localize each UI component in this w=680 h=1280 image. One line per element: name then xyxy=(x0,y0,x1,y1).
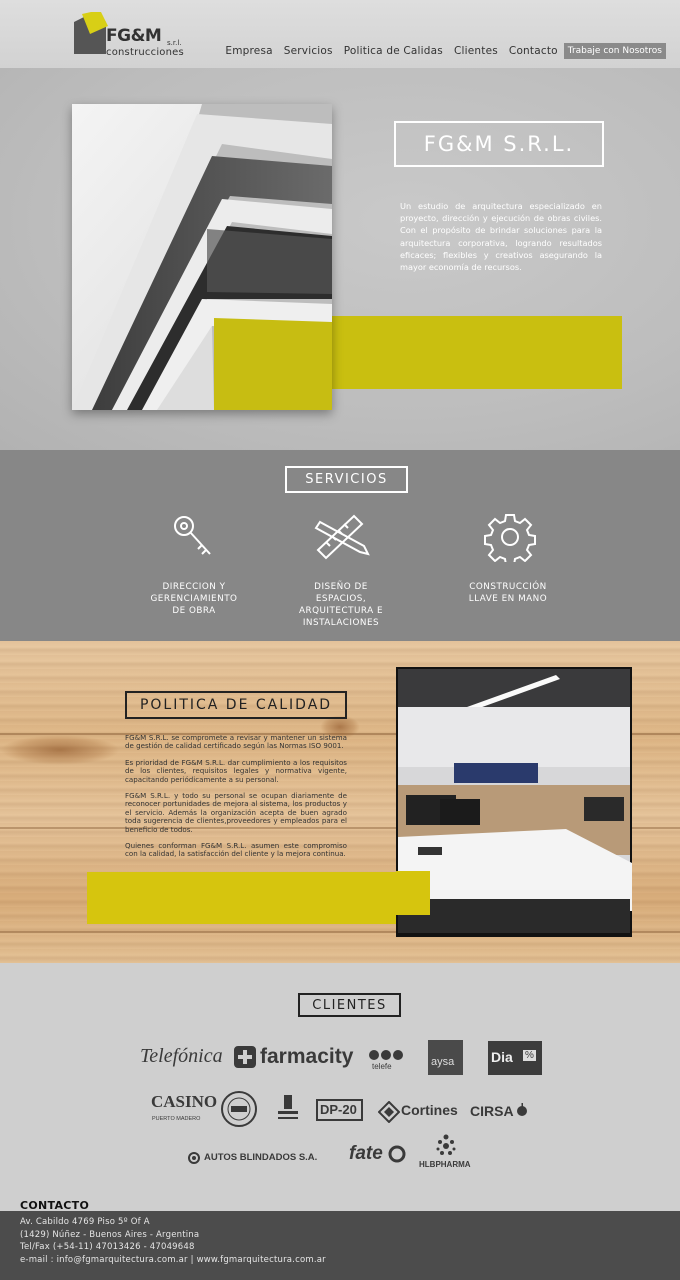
contact-email-web[interactable]: e-mail : info@fgmarquitectura.com.ar | w… xyxy=(20,1254,326,1267)
servicio-label-line: ESPACIOS, xyxy=(315,594,367,604)
dp20-logo-box: DP-20 xyxy=(316,1099,363,1121)
clientes-title: CLIENTES xyxy=(298,993,401,1017)
contact-address: Av. Cabildo 4769 Piso 5º Of A xyxy=(20,1217,150,1227)
hero-building-photo xyxy=(72,104,332,410)
hlb-pharma-logo: HLBPHARMA xyxy=(419,1160,471,1169)
logo-mark-icon xyxy=(74,12,108,54)
servicio-diseno-label: DISEÑO DE ESPACIOS, ARQUITECTURA E INSTA… xyxy=(281,581,401,629)
telefonica-logo: Telefónica xyxy=(140,1045,223,1067)
servicio-label-line: ARQUITECTURA E xyxy=(298,606,384,616)
dia-logo: Dia xyxy=(491,1049,513,1065)
site-header: FG&M s.r.l. construcciones Empresa Servi… xyxy=(0,0,680,68)
servicio-label-line: LLAVE EN MANO xyxy=(468,594,548,604)
farmacity-cross-icon xyxy=(234,1046,256,1068)
servicios-title: SERVICIOS xyxy=(285,466,408,493)
politica-accent-bar xyxy=(87,872,430,924)
servicio-label-line: GERENCIAMIENTO xyxy=(150,594,238,604)
logo-suffix: s.r.l. xyxy=(167,39,182,47)
logo-name: FG&M xyxy=(106,26,162,46)
cirsa-apple-icon xyxy=(517,1103,527,1116)
dia-percent-mark: % xyxy=(523,1050,536,1061)
trabaje-con-nosotros-button[interactable]: Trabaje con Nosotros xyxy=(563,43,666,59)
dp20-logo: DP-20 xyxy=(320,1102,357,1117)
telefe-logo: telefe xyxy=(372,1062,392,1071)
farmacity-logo: farmacity xyxy=(260,1045,354,1068)
nav-clientes[interactable]: Clientes xyxy=(454,45,498,57)
servicio-label-line: CONSTRUCCIÓN xyxy=(469,582,547,592)
autos-blindados-logo: AUTOS BLINDADOS S.A. xyxy=(204,1152,318,1163)
politica-paragraph: Es prioridad de FG&M S.R.L. dar cumplimi… xyxy=(125,757,347,784)
servicio-direccion-label: DIRECCION Y GERENCIAMIENTO DE OBRA xyxy=(134,581,254,617)
club-emblem-icon xyxy=(221,1091,257,1127)
servicio-label-line: DISEÑO DE xyxy=(314,582,368,592)
servicio-label-line: INSTALACIONES xyxy=(302,618,380,628)
company-logo[interactable]: FG&M s.r.l. construcciones xyxy=(72,10,202,60)
hero-title-box: FG&M S.R.L. xyxy=(394,121,604,167)
casino-logo: CASINO xyxy=(151,1092,218,1111)
building-illustration xyxy=(72,104,332,410)
hero-description: Un estudio de arquitectura especializado… xyxy=(400,201,602,273)
clientes-section: CLIENTES Telefónica farmacity telefe ays… xyxy=(0,963,680,1211)
servicio-label-line: DIRECCION Y xyxy=(162,582,226,592)
politica-paragraph: FG&M S.R.L. se compromete a revisar y ma… xyxy=(125,733,347,751)
office-photo xyxy=(396,667,632,937)
aysa-logo: aysa xyxy=(431,1056,455,1068)
telefe-dots-icon xyxy=(369,1050,403,1060)
aysa-logo-box: aysa xyxy=(428,1040,463,1075)
politica-title: POLITICA DE CALIDAD xyxy=(125,691,347,719)
hero-title: FG&M S.R.L. xyxy=(423,132,575,156)
politica-section: POLITICA DE CALIDAD FG&M S.R.L. se compr… xyxy=(0,641,680,963)
cirsa-logo: CIRSA xyxy=(470,1103,514,1119)
corporation-emblem-icon xyxy=(278,1095,298,1119)
servicio-label-line: DE OBRA xyxy=(172,606,216,616)
politica-paragraph: FG&M S.R.L. y todo su personal se ocupan… xyxy=(125,791,347,834)
main-nav: Empresa Servicios Politica de Calidas Cl… xyxy=(214,43,666,59)
contact-phone: Tel/Fax (+54-11) 47013426 - 47049648 xyxy=(20,1242,195,1253)
contact-city: (1429) Núñez - Buenos Aires - Argentina xyxy=(20,1229,200,1240)
nav-empresa[interactable]: Empresa xyxy=(225,45,272,57)
cortines-diamond-icon xyxy=(378,1101,400,1123)
politica-text: FG&M S.R.L. se compromete a revisar y ma… xyxy=(125,733,347,867)
autos-blindados-icon xyxy=(188,1152,200,1164)
nav-contacto[interactable]: Contacto xyxy=(509,45,558,57)
servicios-section: SERVICIOS DIRECCION Y GERENCIAMIENTO DE … xyxy=(0,450,680,641)
fate-logo: fate xyxy=(349,1143,383,1164)
servicio-construccion-label: CONSTRUCCIÓN LLAVE EN MANO xyxy=(448,581,568,605)
nav-politica[interactable]: Politica de Calidas xyxy=(344,45,443,57)
pencil-ruler-icon xyxy=(314,514,370,560)
logo-subtitle: construcciones xyxy=(106,47,184,58)
hero-accent-bar xyxy=(332,316,622,389)
office-illustration xyxy=(396,667,632,937)
key-icon xyxy=(174,516,211,555)
wood-knot xyxy=(0,735,120,765)
hlb-pharma-dots-icon xyxy=(436,1134,456,1155)
fate-ring-icon xyxy=(388,1145,406,1163)
politica-paragraph: Quienes conforman FG&M S.R.L. asumen est… xyxy=(125,841,347,859)
gear-icon xyxy=(484,514,536,562)
contact-info: Av. Cabildo 4769 Piso 5º Of A (1429) Núñ… xyxy=(20,1216,326,1266)
dia-logo-box: Dia % xyxy=(488,1041,542,1075)
nav-servicios[interactable]: Servicios xyxy=(284,45,333,57)
cortines-logo: Cortines xyxy=(401,1102,458,1118)
casino-subtitle: PUERTO MADERO xyxy=(152,1116,201,1122)
hero-section: FG&M S.R.L. Un estudio de arquitectura e… xyxy=(0,68,680,450)
site-footer: Av. Cabildo 4769 Piso 5º Of A (1429) Núñ… xyxy=(0,1211,680,1280)
